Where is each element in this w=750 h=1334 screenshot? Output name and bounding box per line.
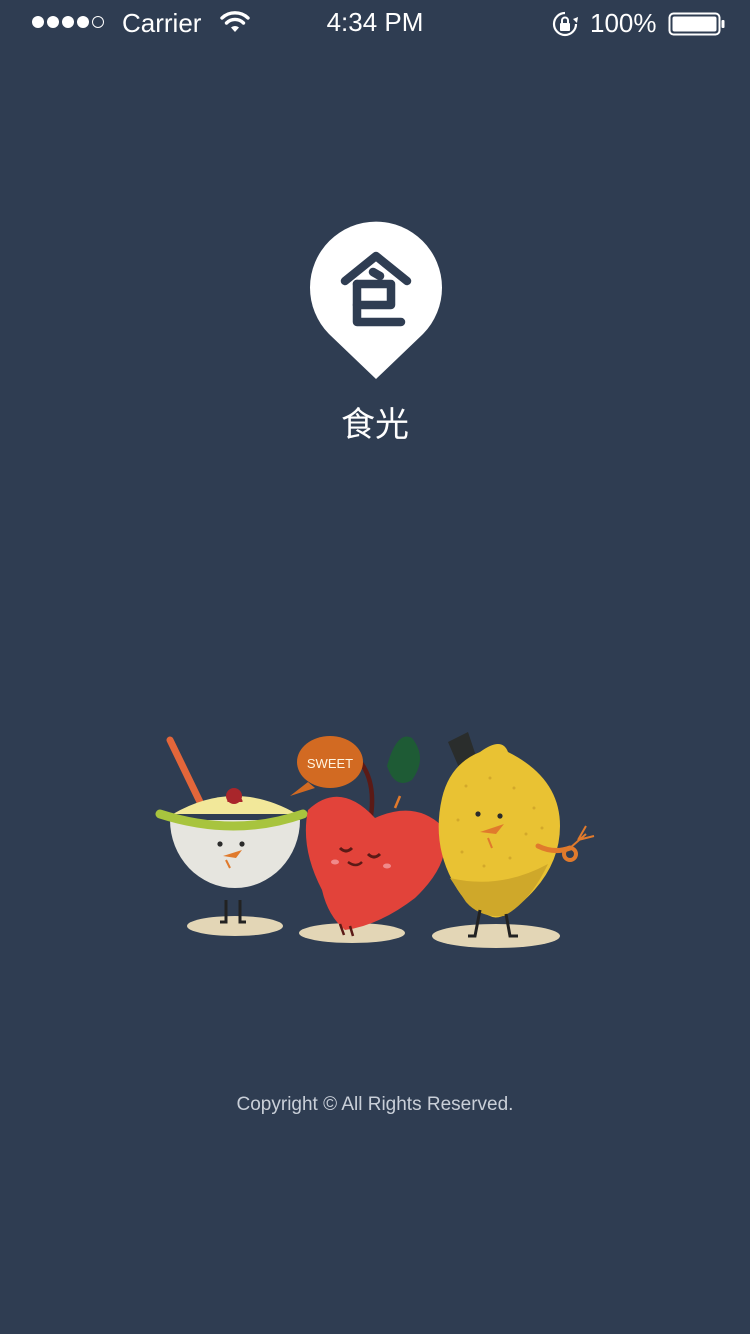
battery-percentage: 100% [590, 8, 657, 38]
speech-bubble-text: SWEET [307, 756, 353, 771]
copyright-text: Copyright © All Rights Reserved. [236, 1094, 514, 1115]
lemon-character [438, 732, 595, 938]
app-name: 食光 [341, 405, 409, 445]
rotation-lock-icon [552, 11, 578, 37]
app-logo-icon [310, 221, 442, 379]
bowl-shadow [187, 916, 283, 936]
sweet-speech-bubble: SWEET [290, 736, 363, 796]
status-bar: Carrier 4:34 PM 100% [0, 0, 750, 46]
rice-bowl-character [155, 736, 308, 924]
food-characters-illustration: SWEET [155, 732, 595, 948]
lemon-shadow [432, 924, 560, 948]
battery-icon [668, 12, 725, 36]
